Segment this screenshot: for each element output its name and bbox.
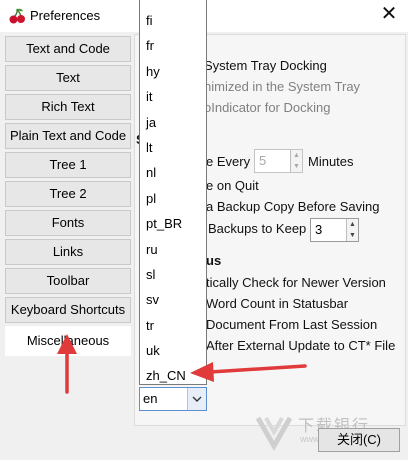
annotation-arrow-left <box>190 362 307 382</box>
annotation-arrow-up <box>57 334 77 394</box>
annotation-arrows <box>57 334 307 394</box>
